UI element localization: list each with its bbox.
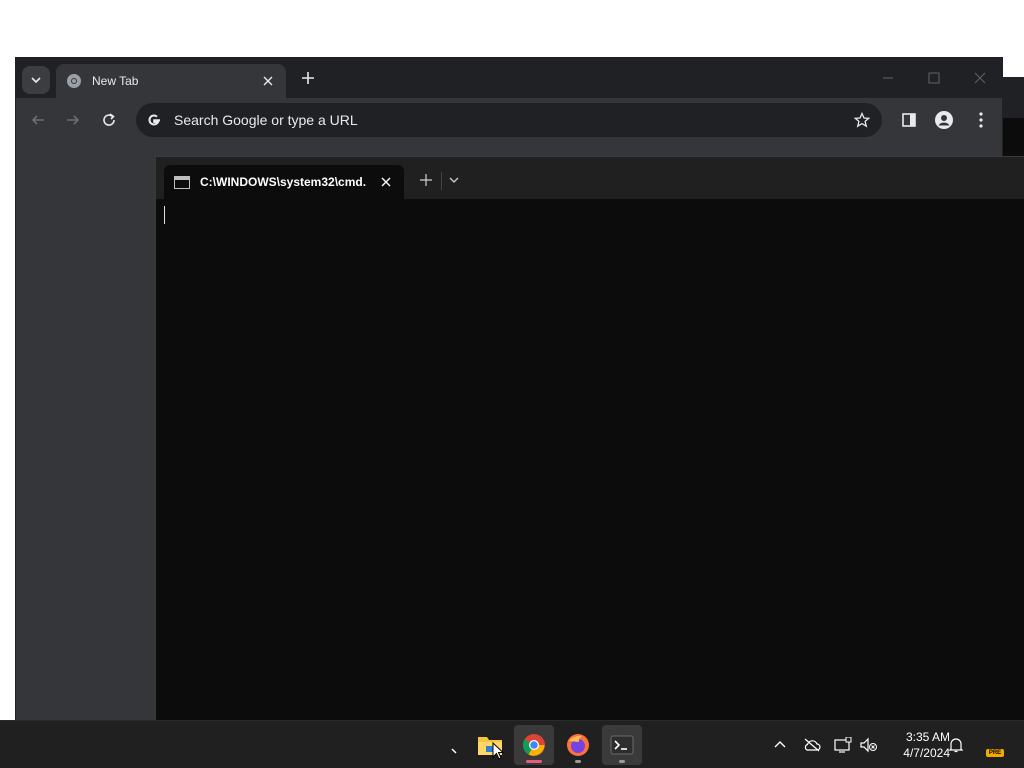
forward-button[interactable] bbox=[63, 110, 83, 130]
bookmark-star-icon[interactable] bbox=[852, 110, 872, 130]
tray-network[interactable] bbox=[833, 735, 853, 755]
omnibox-placeholder: Search Google or type a URL bbox=[174, 112, 358, 128]
chrome-tabstrip: New Tab bbox=[16, 58, 1002, 98]
cloud-offline-icon bbox=[804, 738, 821, 752]
taskbar-clock[interactable]: 3:35 AM 4/7/2024 bbox=[884, 729, 950, 761]
running-indicator bbox=[619, 760, 625, 763]
tray-onedrive[interactable] bbox=[802, 735, 822, 755]
arrow-right-icon bbox=[67, 115, 80, 125]
address-bar[interactable]: Search Google or type a URL bbox=[136, 103, 882, 137]
firefox-icon bbox=[567, 734, 589, 756]
taskbar-file-explorer[interactable] bbox=[470, 725, 510, 765]
running-indicator bbox=[575, 760, 581, 763]
background-window-edge-dark bbox=[1003, 118, 1024, 156]
minimize-icon bbox=[883, 77, 893, 79]
taskbar: 3:35 AM 4/7/2024 PRE bbox=[0, 720, 1024, 768]
terminal-icon bbox=[610, 735, 634, 755]
side-panel-button[interactable] bbox=[899, 110, 919, 130]
tray-volume[interactable] bbox=[859, 735, 879, 755]
profile-avatar-icon bbox=[935, 111, 953, 129]
terminal-tab[interactable]: C:\WINDOWS\system32\cmd. bbox=[164, 165, 404, 199]
plus-icon bbox=[302, 72, 314, 84]
taskbar-terminal[interactable] bbox=[602, 725, 642, 765]
terminal-tab-close-icon[interactable] bbox=[378, 174, 394, 190]
tab-close-icon[interactable] bbox=[260, 73, 276, 89]
cmd-icon bbox=[174, 175, 190, 189]
bell-icon bbox=[948, 738, 964, 753]
clock-date: 4/7/2024 bbox=[903, 746, 950, 760]
terminal-window: C:\WINDOWS\system32\cmd. bbox=[155, 156, 1024, 720]
reload-button[interactable] bbox=[99, 110, 119, 130]
mouse-pointer-icon bbox=[492, 742, 504, 760]
terminal-tabbar-divider bbox=[441, 172, 442, 190]
google-g-icon bbox=[148, 114, 160, 126]
terminal-console[interactable] bbox=[156, 199, 1024, 721]
back-button[interactable] bbox=[28, 110, 48, 130]
new-tab-button[interactable] bbox=[298, 68, 318, 88]
tray-overflow-button[interactable] bbox=[770, 735, 790, 755]
close-icon bbox=[974, 72, 986, 84]
tray-mark-icon bbox=[451, 748, 457, 754]
chevron-up-icon bbox=[774, 741, 786, 748]
plus-icon bbox=[420, 174, 432, 186]
tab-search-button[interactable] bbox=[22, 66, 50, 94]
notifications-button[interactable] bbox=[946, 735, 966, 755]
close-window-button[interactable] bbox=[968, 66, 992, 90]
chrome-menu-button[interactable] bbox=[971, 110, 991, 130]
running-indicator bbox=[526, 760, 542, 763]
browser-tab[interactable]: New Tab bbox=[56, 64, 286, 98]
more-vertical-icon bbox=[979, 112, 983, 128]
network-icon bbox=[834, 737, 852, 753]
side-panel-icon bbox=[902, 113, 916, 127]
pre-release-badge: PRE bbox=[986, 749, 1004, 757]
browser-tab-title: New Tab bbox=[92, 74, 139, 88]
terminal-tab-title: C:\WINDOWS\system32\cmd. bbox=[200, 175, 367, 189]
maximize-icon bbox=[928, 72, 940, 84]
volume-muted-icon bbox=[860, 737, 877, 753]
chrome-favicon-icon bbox=[67, 74, 81, 88]
terminal-dropdown-button[interactable] bbox=[448, 174, 460, 186]
taskbar-firefox[interactable] bbox=[558, 725, 598, 765]
chevron-down-icon bbox=[449, 177, 459, 183]
profile-button[interactable] bbox=[934, 110, 954, 130]
arrow-left-icon bbox=[31, 115, 44, 125]
chevron-down-icon bbox=[31, 77, 41, 84]
chrome-toolbar: Search Google or type a URL bbox=[16, 98, 1002, 142]
clock-time: 3:35 AM bbox=[905, 730, 950, 744]
terminal-new-tab-button[interactable] bbox=[418, 172, 434, 188]
text-cursor bbox=[164, 206, 165, 224]
terminal-tabbar: C:\WINDOWS\system32\cmd. bbox=[156, 157, 1024, 199]
chrome-icon bbox=[523, 734, 545, 756]
minimize-button[interactable] bbox=[876, 66, 900, 90]
reload-icon bbox=[103, 113, 115, 126]
maximize-button[interactable] bbox=[922, 66, 946, 90]
taskbar-chrome[interactable] bbox=[514, 725, 554, 765]
